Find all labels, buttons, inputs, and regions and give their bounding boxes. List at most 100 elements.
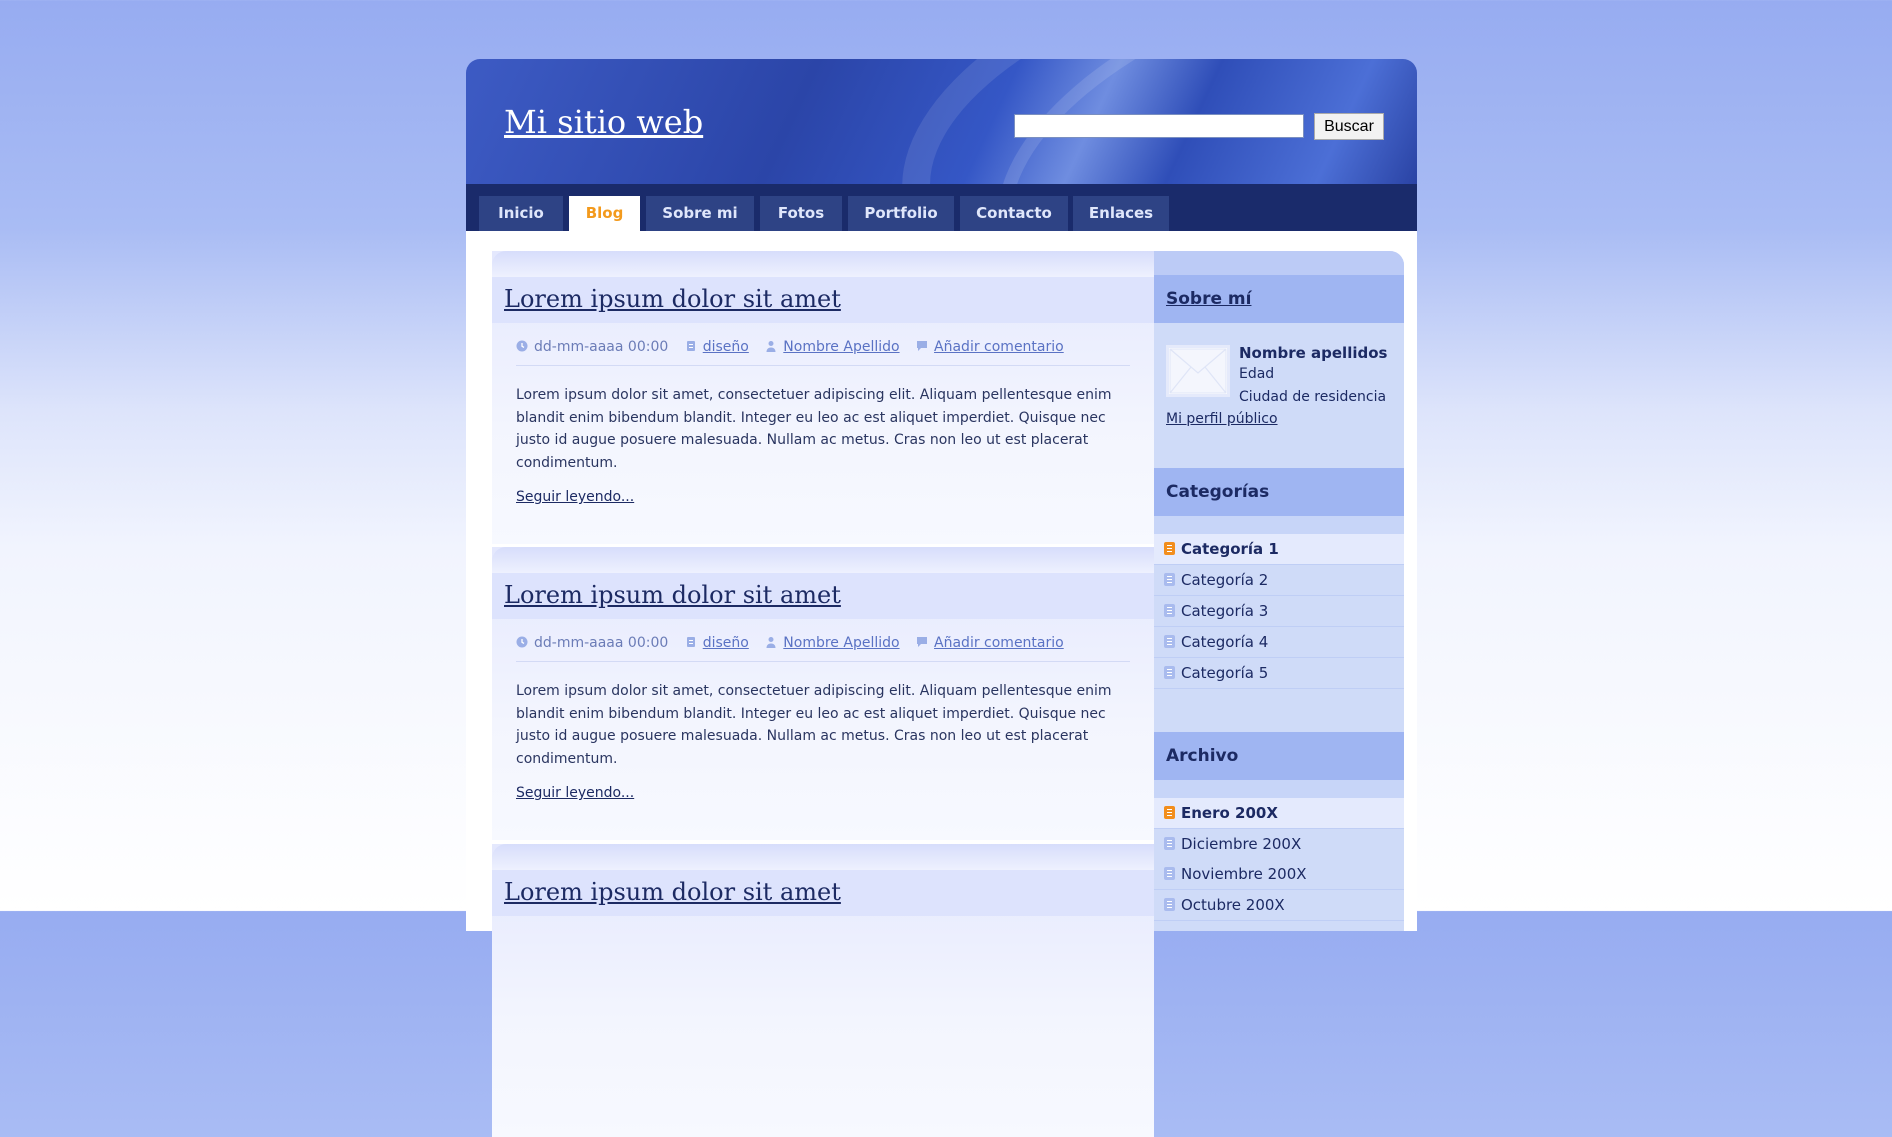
- search-input[interactable]: [1014, 114, 1304, 138]
- archive-heading-text: Archivo: [1166, 746, 1239, 766]
- about-heading-link[interactable]: Sobre mí: [1166, 289, 1251, 309]
- archive-item[interactable]: Diciembre 200X: [1154, 829, 1404, 860]
- category-label: Categoría 3: [1181, 602, 1269, 620]
- post-divider: [516, 365, 1130, 366]
- comment-icon: [917, 637, 928, 647]
- post-meta: dd-mm-aaaa 00:00 diseño Nombre Apellido …: [516, 339, 1076, 355]
- archive-label: Octubre 200X: [1181, 896, 1285, 914]
- category-label: Categoría 4: [1181, 633, 1269, 651]
- add-comment-link[interactable]: Añadir comentario: [934, 339, 1064, 355]
- category-icon: [686, 637, 695, 647]
- archive-item[interactable]: Octubre 200X: [1154, 890, 1404, 921]
- nav-item-portfolio[interactable]: Portfolio: [848, 196, 954, 231]
- profile-city: Ciudad de residencia: [1239, 389, 1387, 405]
- list-spacer: [1154, 780, 1404, 798]
- post-title-link[interactable]: Lorem ipsum dolor sit amet: [504, 581, 841, 609]
- clock-icon: [516, 340, 528, 352]
- public-profile-link[interactable]: Mi perfil público: [1166, 411, 1278, 427]
- category-item[interactable]: Categoría 4: [1154, 627, 1404, 658]
- archive-label: Enero 200X: [1181, 804, 1278, 822]
- sidebar-top-edge: [1154, 251, 1404, 275]
- document-icon: [1164, 837, 1175, 850]
- category-item[interactable]: Categoría 2: [1154, 565, 1404, 596]
- site-title-link[interactable]: Mi sitio web: [504, 103, 703, 141]
- category-icon: [686, 341, 695, 351]
- add-comment-link[interactable]: Añadir comentario: [934, 635, 1064, 651]
- nav-item-enlaces[interactable]: Enlaces: [1073, 196, 1169, 231]
- post-author: Nombre Apellido: [765, 635, 904, 651]
- post-title-link[interactable]: Lorem ipsum dolor sit amet: [504, 878, 841, 906]
- post-category-link[interactable]: diseño: [703, 635, 749, 651]
- nav-item-contacto[interactable]: Contacto: [960, 196, 1068, 231]
- category-label: Categoría 2: [1181, 571, 1269, 589]
- comment-icon: [917, 341, 928, 351]
- archive-item[interactable]: Enero 200X: [1154, 798, 1404, 829]
- user-icon: [766, 341, 776, 352]
- post-category-link[interactable]: diseño: [703, 339, 749, 355]
- list-spacer: [1154, 516, 1404, 534]
- post-title-bar: Lorem ipsum dolor sit amet: [492, 277, 1154, 323]
- category-label: Categoría 5: [1181, 664, 1269, 682]
- search-button[interactable]: Buscar: [1314, 113, 1384, 140]
- image-placeholder-icon: [1169, 348, 1227, 394]
- category-item[interactable]: Categoría 3: [1154, 596, 1404, 627]
- archive-heading: Archivo: [1154, 732, 1404, 780]
- read-more-link[interactable]: Seguir leyendo...: [516, 785, 634, 801]
- document-icon: [1164, 604, 1175, 617]
- post-category: diseño: [685, 635, 754, 651]
- post-comments: Añadir comentario: [916, 635, 1064, 651]
- document-icon: [1164, 867, 1175, 880]
- site-header: Mi sitio web Buscar: [466, 59, 1417, 184]
- document-icon: [1164, 666, 1175, 679]
- nav-item-sobre-mi[interactable]: Sobre mi: [646, 196, 754, 231]
- archive-label: Noviembre 200X: [1181, 865, 1307, 883]
- content-area: Lorem ipsum dolor sit amet dd-mm-aaaa 00…: [466, 231, 1417, 1137]
- post-author: Nombre Apellido: [765, 339, 904, 355]
- archive-label: Diciembre 200X: [1181, 835, 1302, 853]
- post-date-text: dd-mm-aaaa 00:00: [534, 635, 669, 651]
- post-comments: Añadir comentario: [916, 339, 1064, 355]
- category-item[interactable]: Categoría 1: [1154, 534, 1404, 565]
- post-top-edge: [492, 844, 1154, 870]
- nav-item-blog[interactable]: Blog: [569, 196, 640, 231]
- document-icon: [1164, 573, 1175, 586]
- document-icon: [1164, 542, 1175, 555]
- read-more-link[interactable]: Seguir leyendo...: [516, 489, 634, 505]
- document-icon: [1164, 898, 1175, 911]
- post-excerpt: Lorem ipsum dolor sit amet, consectetuer…: [516, 387, 1112, 471]
- post-meta: dd-mm-aaaa 00:00 diseño Nombre Apellido …: [516, 635, 1076, 651]
- avatar: [1166, 345, 1230, 397]
- nav-item-fotos[interactable]: Fotos: [760, 196, 842, 231]
- post-category: diseño: [685, 339, 754, 355]
- post-top-edge: [492, 547, 1154, 573]
- main-navigation: Inicio Blog Sobre mi Fotos Portfolio Con…: [466, 184, 1417, 231]
- blog-post: Lorem ipsum dolor sit amet: [492, 844, 1154, 1137]
- profile-age: Edad: [1239, 366, 1275, 382]
- post-author-link[interactable]: Nombre Apellido: [783, 635, 899, 651]
- blog-post: Lorem ipsum dolor sit amet dd-mm-aaaa 00…: [492, 547, 1154, 840]
- blog-post: Lorem ipsum dolor sit amet dd-mm-aaaa 00…: [492, 251, 1154, 544]
- profile-name: Nombre apellidos: [1239, 344, 1388, 362]
- user-icon: [766, 637, 776, 648]
- post-title-bar: Lorem ipsum dolor sit amet: [492, 870, 1154, 916]
- category-label: Categoría 1: [1181, 540, 1279, 558]
- nav-item-inicio[interactable]: Inicio: [479, 196, 563, 231]
- post-top-edge: [492, 251, 1154, 277]
- post-date: dd-mm-aaaa 00:00: [516, 635, 673, 651]
- category-item[interactable]: Categoría 5: [1154, 658, 1404, 689]
- clock-icon: [516, 636, 528, 648]
- document-icon: [1164, 635, 1175, 648]
- post-title-bar: Lorem ipsum dolor sit amet: [492, 573, 1154, 619]
- post-title-link[interactable]: Lorem ipsum dolor sit amet: [504, 285, 841, 313]
- categories-heading: Categorías: [1154, 468, 1404, 516]
- post-excerpt: Lorem ipsum dolor sit amet, consectetuer…: [516, 683, 1112, 767]
- categories-heading-text: Categorías: [1166, 482, 1270, 502]
- post-author-link[interactable]: Nombre Apellido: [783, 339, 899, 355]
- post-date: dd-mm-aaaa 00:00: [516, 339, 673, 355]
- archive-item[interactable]: Noviembre 200X: [1154, 859, 1404, 890]
- about-heading: Sobre mí: [1154, 275, 1404, 323]
- post-divider: [516, 661, 1130, 662]
- post-date-text: dd-mm-aaaa 00:00: [534, 339, 669, 355]
- sidebar: Sobre mí Nombre apellidos Edad Ciudad de…: [1154, 251, 1404, 931]
- page-wrapper: Mi sitio web Buscar Inicio Blog Sobre mi…: [466, 59, 1417, 1137]
